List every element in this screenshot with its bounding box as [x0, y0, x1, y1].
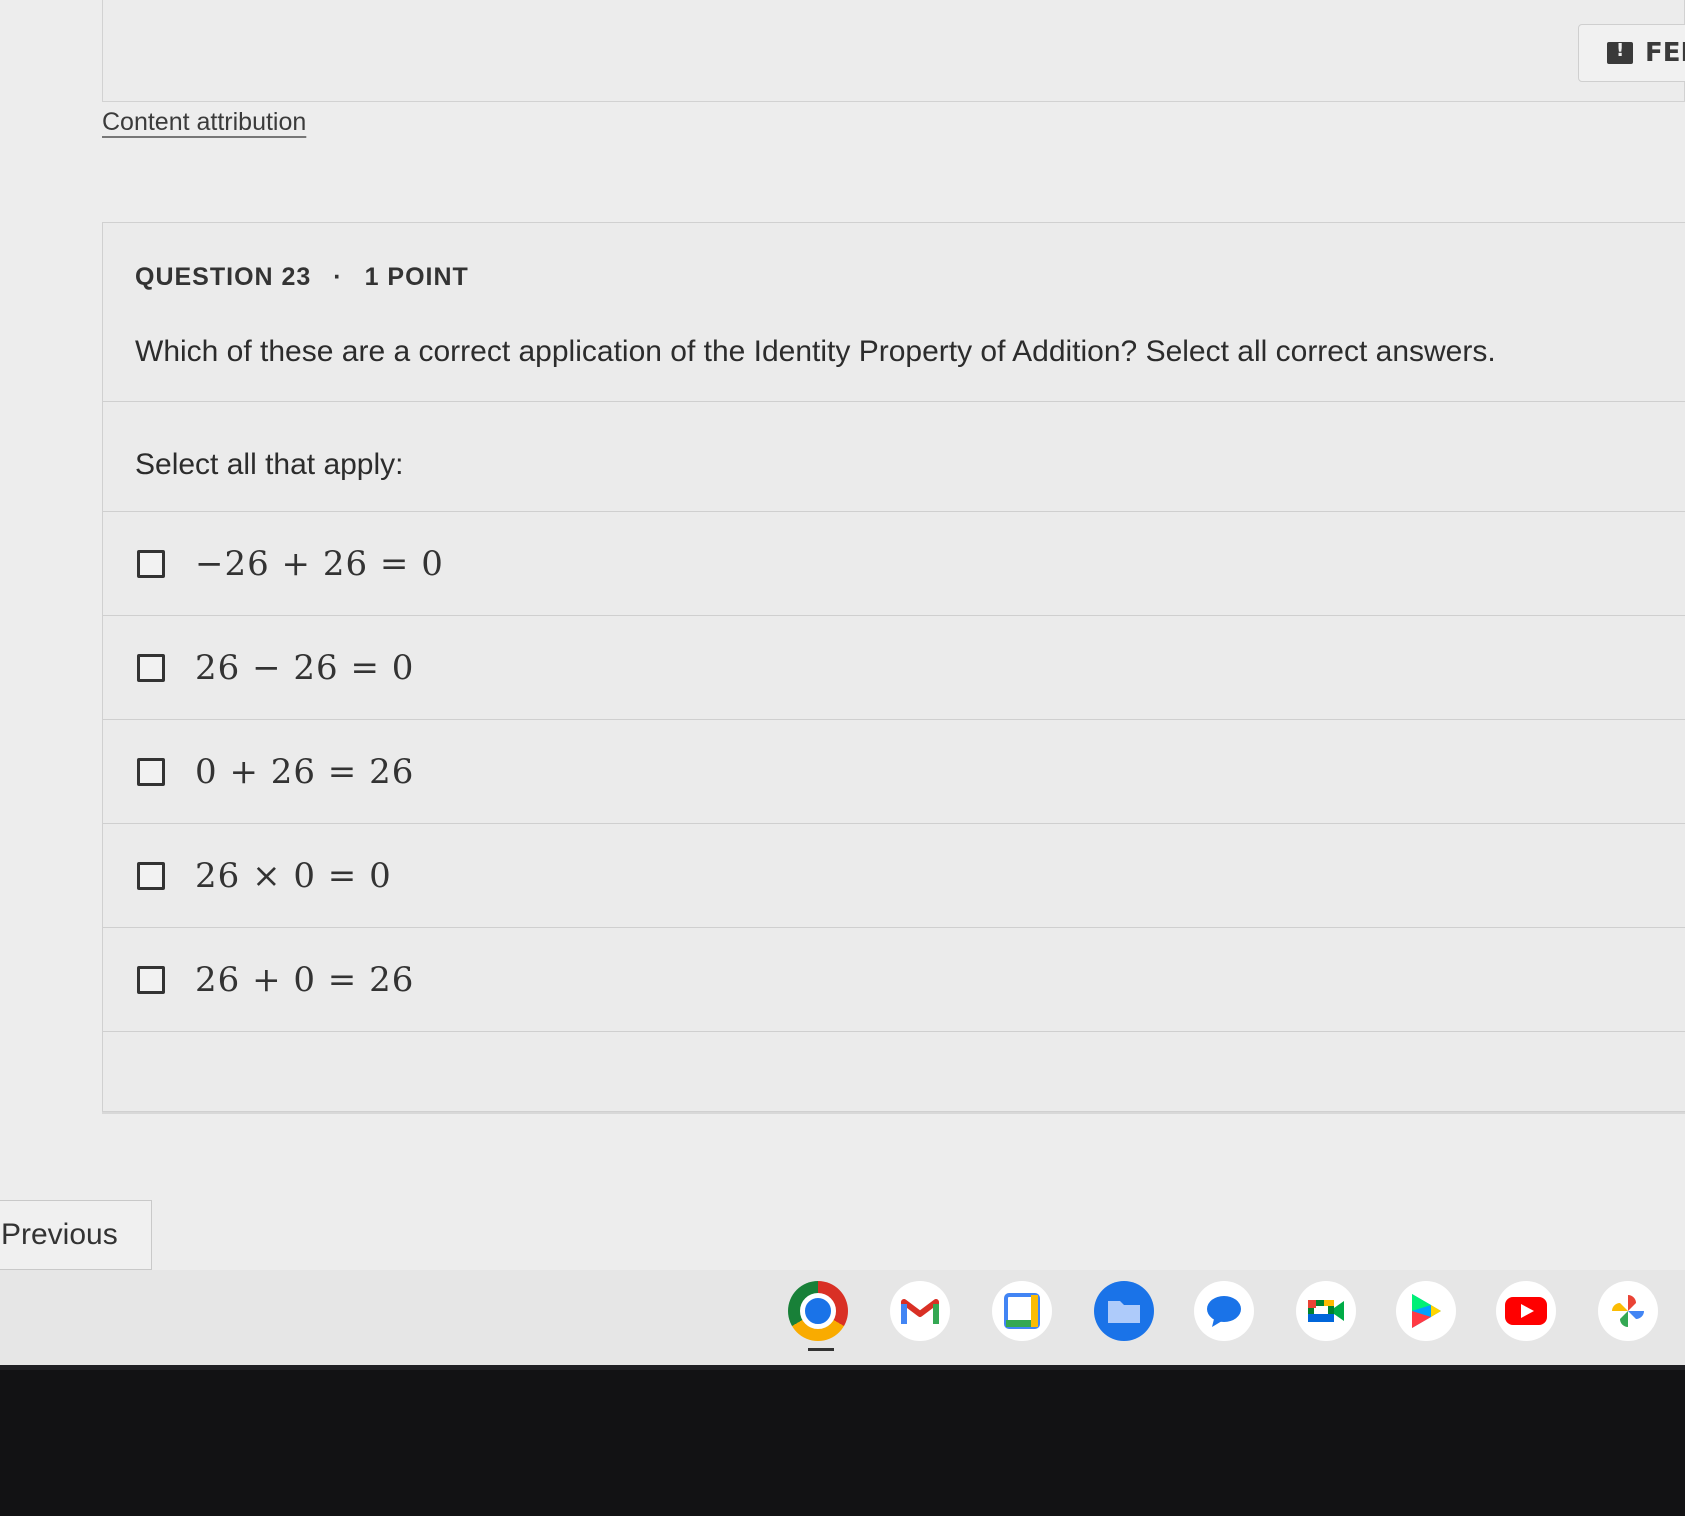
option-text: −26 + 26 = 0	[195, 543, 444, 584]
gmail-icon[interactable]	[890, 1281, 950, 1341]
messages-icon[interactable]	[1194, 1281, 1254, 1341]
previous-button[interactable]: Previous	[0, 1200, 152, 1270]
feedback-label: FEE	[1645, 38, 1685, 68]
answer-option-3[interactable]: 0 + 26 = 26	[103, 719, 1685, 823]
card-bottom-edge	[102, 1112, 1685, 1114]
option-text: 26 × 0 = 0	[195, 855, 392, 896]
question-header: QUESTION 23 · 1 POINT	[135, 263, 469, 292]
option-text: 26 − 26 = 0	[195, 647, 415, 688]
checkbox[interactable]	[137, 653, 165, 682]
files-icon[interactable]	[1094, 1281, 1154, 1341]
laptop-bezel	[0, 1370, 1685, 1516]
screen: FEE Content attribution QUESTION 23 · 1 …	[0, 0, 1685, 1370]
chrome-icon[interactable]	[788, 1281, 848, 1341]
active-app-indicator	[808, 1348, 834, 1351]
feedback-icon	[1607, 40, 1633, 64]
divider	[103, 1031, 1685, 1032]
checkbox[interactable]	[137, 861, 165, 890]
question-card: QUESTION 23 · 1 POINT Which of these are…	[102, 222, 1685, 1112]
play-store-icon[interactable]	[1396, 1281, 1456, 1341]
answer-option-4[interactable]: 26 × 0 = 0	[103, 823, 1685, 927]
feedback-button[interactable]: FEE	[1578, 24, 1685, 82]
answer-option-5[interactable]: 26 + 0 = 26	[103, 927, 1685, 1031]
question-points: 1 POINT	[364, 263, 469, 291]
youtube-icon[interactable]	[1496, 1281, 1556, 1341]
option-text: 26 + 0 = 26	[195, 959, 415, 1000]
checkbox[interactable]	[137, 965, 165, 994]
calendar-icon[interactable]	[992, 1281, 1052, 1341]
checkbox[interactable]	[137, 549, 165, 578]
divider	[103, 401, 1685, 402]
option-text: 0 + 26 = 26	[195, 751, 415, 792]
meet-icon[interactable]	[1296, 1281, 1356, 1341]
answer-option-2[interactable]: 26 − 26 = 0	[103, 615, 1685, 719]
answer-option-1[interactable]: −26 + 26 = 0	[103, 511, 1685, 615]
header-separator: ·	[333, 263, 343, 291]
previous-content-card	[102, 0, 1685, 102]
select-all-label: Select all that apply:	[135, 448, 404, 481]
question-number: QUESTION 23	[135, 263, 312, 291]
photos-icon[interactable]	[1598, 1281, 1658, 1341]
content-attribution-link[interactable]: Content attribution	[102, 108, 306, 137]
checkbox[interactable]	[137, 757, 165, 786]
question-prompt: Which of these are a correct application…	[135, 335, 1496, 368]
